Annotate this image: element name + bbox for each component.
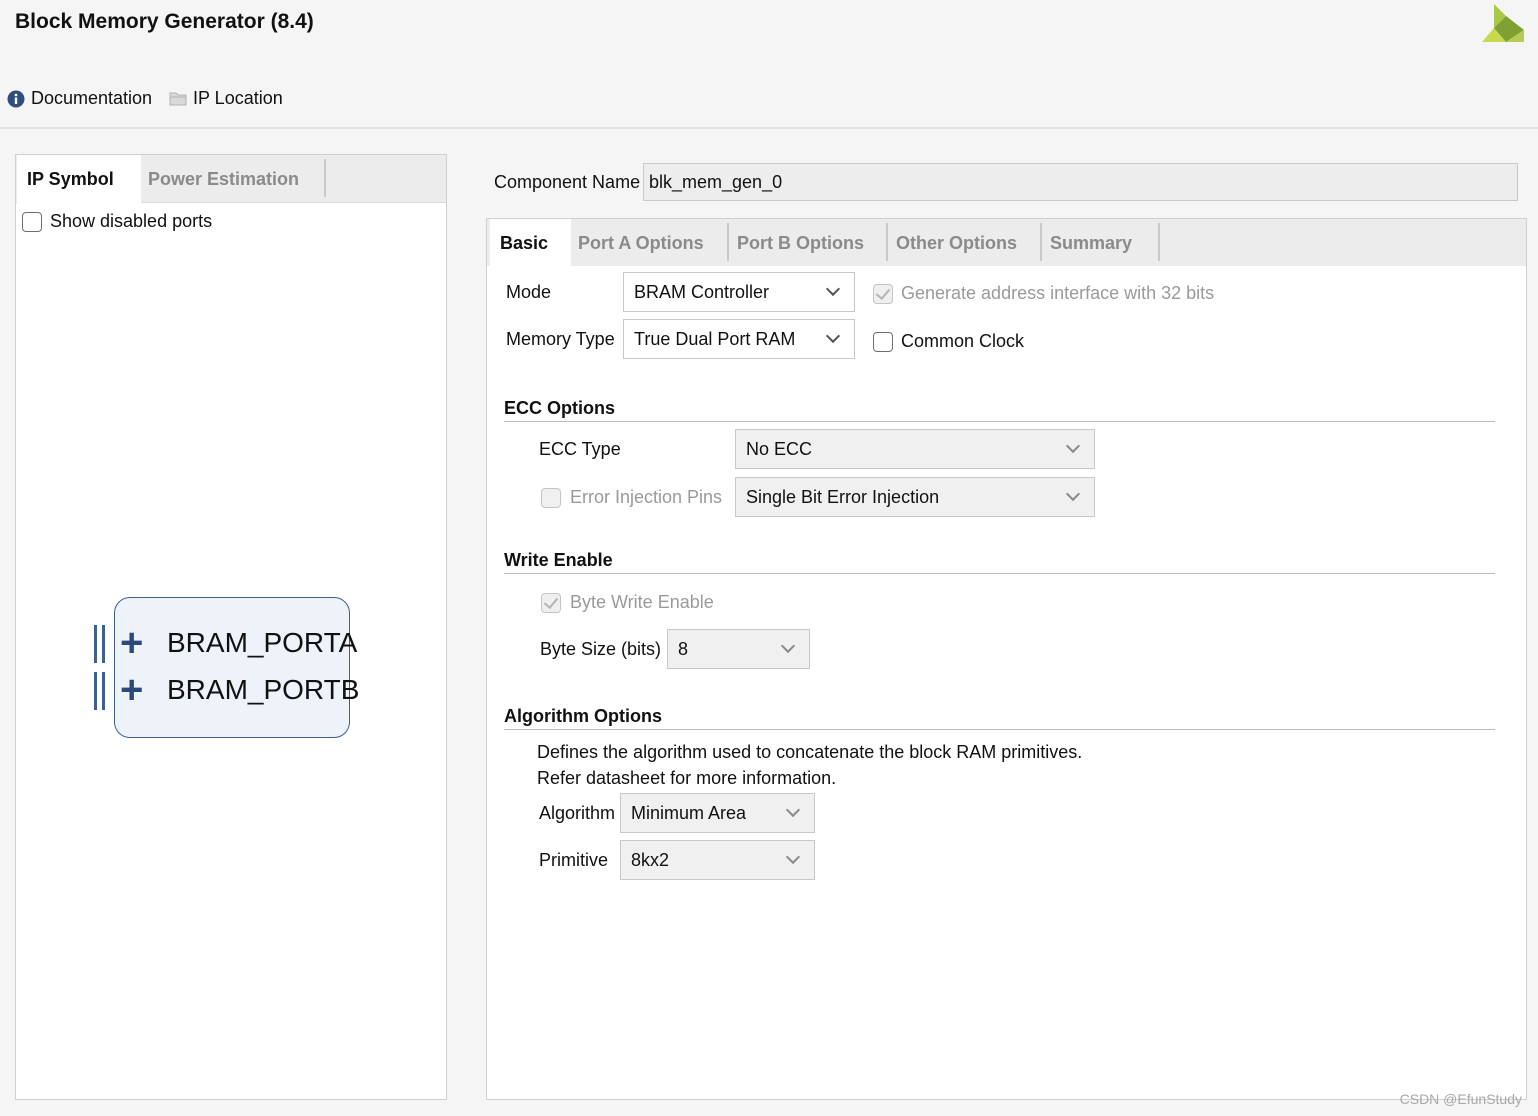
mode-label: Mode [506, 282, 552, 302]
ecc-type-label: ECC Type [539, 439, 621, 459]
tab-divider [324, 159, 326, 197]
tab-port-a-options[interactable]: Port A Options [568, 219, 714, 267]
expand-plus-icon[interactable]: + [120, 670, 143, 710]
mode-value: BRAM Controller [634, 281, 770, 302]
ecc-options-title: ECC Options [504, 398, 615, 418]
documentation-button[interactable]: Documentation [7, 88, 152, 109]
config-tab-bar: Basic Port A Options Port B Options Othe… [487, 219, 1526, 267]
ecc-type-value: No ECC [746, 438, 813, 459]
ip-symbol-block [114, 597, 350, 738]
chevron-down-icon [825, 328, 841, 344]
ecc-options-rule [504, 421, 1495, 422]
chevron-down-icon [1065, 438, 1081, 454]
ip-location-label: IP Location [193, 88, 283, 108]
primitive-value: 8kx2 [631, 849, 670, 870]
watermark: CSDN @EfunStudy [1399, 1091, 1522, 1107]
algorithm-select[interactable]: Minimum Area [620, 793, 815, 833]
chevron-down-icon [825, 281, 841, 297]
bus-icon [94, 672, 108, 710]
common-clock-checkbox[interactable] [873, 331, 893, 352]
ip-symbol-panel: IP Symbol Power Estimation Show disabled… [15, 154, 447, 1100]
documentation-label: Documentation [31, 88, 153, 108]
tab-port-b-options[interactable]: Port B Options [727, 219, 874, 267]
mode-select[interactable]: BRAM Controller [623, 272, 855, 312]
error-injection-checkbox [541, 487, 561, 508]
byte-write-enable-checkbox [541, 592, 561, 613]
tab-power-estimation[interactable]: Power Estimation [138, 155, 309, 203]
chevron-down-icon [785, 802, 801, 818]
byte-size-value: 8 [678, 638, 689, 659]
ip-location-button[interactable]: IP Location [169, 88, 283, 109]
info-icon [7, 90, 25, 107]
chevron-down-icon [1065, 486, 1081, 502]
algorithm-description-line1: Defines the algorithm used to concatenat… [537, 742, 1083, 762]
algorithm-options-title: Algorithm Options [504, 706, 662, 726]
chevron-down-icon [785, 849, 801, 865]
chevron-down-icon [780, 638, 796, 654]
common-clock-row[interactable]: Common Clock [873, 331, 1024, 352]
memory-type-value: True Dual Port RAM [634, 328, 796, 349]
tab-ip-symbol[interactable]: IP Symbol [17, 155, 141, 203]
component-name-label: Component Name [494, 172, 641, 192]
error-injection-select[interactable]: Single Bit Error Injection [735, 477, 1095, 517]
tab-basic[interactable]: Basic [490, 219, 571, 267]
write-enable-rule [504, 573, 1495, 574]
show-disabled-ports-label: Show disabled ports [50, 211, 213, 231]
primitive-select[interactable]: 8kx2 [620, 840, 815, 880]
error-injection-label: Error Injection Pins [570, 487, 723, 507]
tab-other-options[interactable]: Other Options [886, 219, 1027, 267]
toolbar-divider [0, 127, 1538, 129]
window-title: Block Memory Generator (8.4) [15, 10, 314, 33]
error-injection-row: Error Injection Pins [541, 487, 722, 508]
error-injection-value: Single Bit Error Injection [746, 486, 940, 507]
port-label: BRAM_PORTA [167, 627, 358, 658]
tab-summary[interactable]: Summary [1040, 219, 1142, 267]
gen-address-label: Generate address interface with 32 bits [901, 283, 1215, 303]
folder-icon [169, 92, 187, 105]
left-tab-bar: IP Symbol Power Estimation [16, 155, 446, 203]
xilinx-logo-icon [1482, 4, 1524, 42]
algorithm-options-rule [504, 729, 1495, 730]
byte-size-select[interactable]: 8 [667, 629, 810, 669]
byte-size-label: Byte Size (bits) [540, 639, 662, 659]
port-label: BRAM_PORTB [167, 674, 360, 705]
ecc-type-select[interactable]: No ECC [735, 429, 1095, 469]
common-clock-label: Common Clock [901, 331, 1025, 351]
memory-type-select[interactable]: True Dual Port RAM [623, 319, 855, 359]
bus-icon [94, 625, 108, 663]
show-disabled-ports-checkbox[interactable] [22, 211, 42, 232]
component-name-input[interactable] [643, 163, 1518, 201]
byte-write-enable-row: Byte Write Enable [541, 592, 714, 613]
gen-address-row: Generate address interface with 32 bits [873, 283, 1214, 304]
algorithm-label: Algorithm [539, 803, 616, 823]
algorithm-description-line2: Refer datasheet for more information. [537, 768, 837, 788]
gen-address-checkbox [873, 283, 893, 304]
algorithm-value: Minimum Area [631, 802, 747, 823]
primitive-label: Primitive [539, 850, 609, 870]
show-disabled-ports-row[interactable]: Show disabled ports [22, 211, 212, 232]
expand-plus-icon[interactable]: + [120, 623, 143, 663]
write-enable-title: Write Enable [504, 550, 613, 570]
byte-write-enable-label: Byte Write Enable [570, 592, 714, 612]
memory-type-label: Memory Type [506, 329, 615, 349]
tab-divider [1158, 223, 1160, 261]
